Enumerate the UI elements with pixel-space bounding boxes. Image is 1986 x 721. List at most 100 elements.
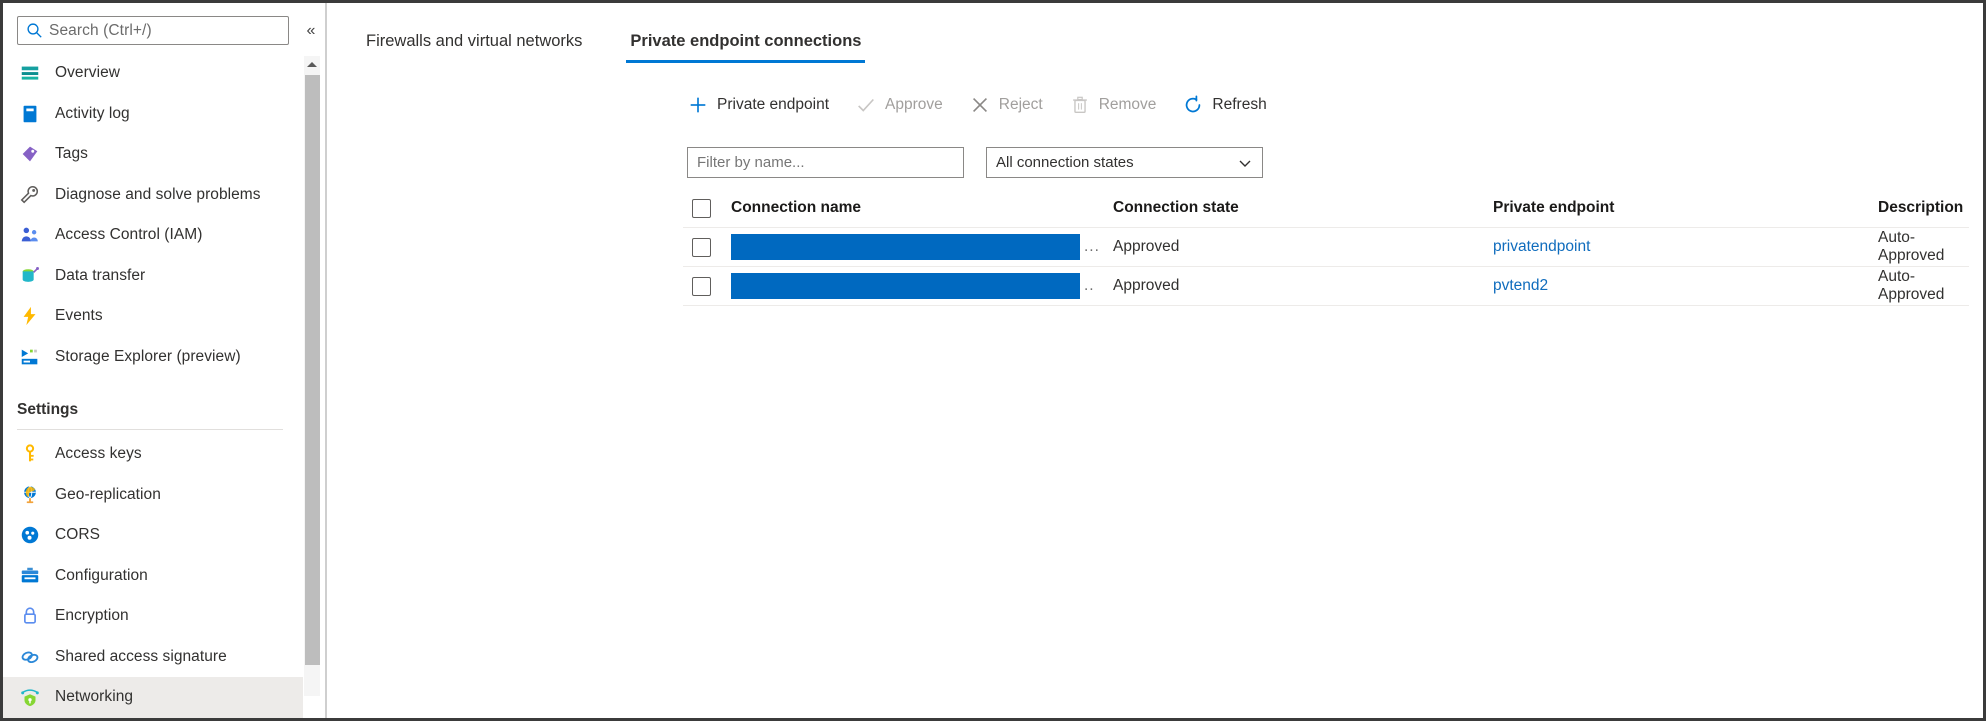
column-header-connection-name[interactable]: Connection name — [731, 199, 1113, 217]
sidebar-item-cors[interactable]: CORS — [3, 515, 303, 556]
cell-connection-state: Approved — [1113, 238, 1180, 255]
sidebar-group-divider — [17, 429, 283, 430]
plus-icon — [687, 94, 709, 116]
connection-state-select[interactable]: All connection states — [986, 147, 1263, 178]
sidebar-item-data-transfer[interactable]: Data transfer — [3, 256, 303, 297]
filter-by-name-placeholder: Filter by name... — [697, 154, 805, 171]
sidebar-item-label: Activity log — [55, 104, 130, 122]
sidebar-item-label: Diagnose and solve problems — [55, 185, 261, 203]
sidebar-group-settings: Settings — [3, 377, 303, 423]
row-select-cell — [683, 237, 731, 257]
table-row[interactable]: .. Approved pvtend2 Auto-Approved — [683, 267, 1969, 306]
sidebar-item-access-keys[interactable]: Access keys — [3, 434, 303, 475]
toolbar-button-label: Private endpoint — [717, 96, 830, 113]
sidebar-item-geo-replication[interactable]: Geo-replication — [3, 475, 303, 516]
access-control-icon — [19, 224, 41, 246]
search-icon — [27, 23, 42, 38]
lock-icon — [19, 605, 41, 627]
sidebar-collapse-button[interactable]: « — [300, 20, 322, 42]
scrollbar-up-button[interactable] — [304, 56, 320, 73]
main-content: Firewalls and virtual networks Private en… — [327, 3, 1983, 718]
sidebar-item-label: Storage Explorer (preview) — [55, 347, 241, 365]
column-header-private-endpoint[interactable]: Private endpoint — [1493, 199, 1878, 217]
sidebar-item-events[interactable]: Events — [3, 296, 303, 337]
toolbar-button-label: Refresh — [1212, 96, 1267, 113]
cell-connection-name: ... — [731, 234, 1113, 260]
table-row[interactable]: ... Approved privatendpoint Auto-Approved — [683, 228, 1969, 267]
key-icon — [19, 443, 41, 465]
table-header-row: Connection name Connection state Private e… — [683, 189, 1969, 228]
sidebar-item-label: Encryption — [55, 607, 129, 625]
approve-button: Approve — [855, 94, 943, 116]
select-all-cell — [683, 198, 731, 218]
toolbar-button-label: Reject — [998, 96, 1043, 113]
data-transfer-icon — [19, 265, 41, 287]
private-endpoint-connections-table: Connection name Connection state Private e… — [683, 189, 1969, 306]
sidebar-item-label: Events — [55, 307, 103, 325]
scrollbar-thumb[interactable] — [305, 75, 320, 665]
globe-icon — [19, 484, 41, 506]
cell-private-endpoint: pvtend2 — [1493, 277, 1878, 295]
trash-icon — [1069, 94, 1091, 116]
sidebar-item-label: Overview — [55, 64, 120, 82]
events-bolt-icon — [19, 305, 41, 327]
storage-explorer-icon — [19, 346, 41, 368]
resource-sidebar: Search (Ctrl+/) « Overview Activity log Ta… — [3, 3, 325, 718]
sidebar-nav-list: Overview Activity log Tags Diagnose and sol… — [3, 53, 303, 718]
sidebar-item-diagnose-and-solve-problems[interactable]: Diagnose and solve problems — [3, 175, 303, 216]
azure-portal-screenshot: Search (Ctrl+/) « Overview Activity log Ta… — [0, 0, 1986, 721]
select-all-checkbox[interactable] — [692, 198, 711, 218]
redacted-connection-name — [731, 273, 1080, 299]
cell-connection-name: .. — [731, 273, 1113, 299]
private-endpoint-button[interactable]: Private endpoint — [687, 94, 829, 116]
sidebar-item-label: CORS — [55, 526, 100, 544]
connection-name-ellipsis: ... — [1084, 238, 1100, 255]
checkmark-icon — [855, 94, 877, 116]
cell-description: Auto-Approved — [1878, 229, 1945, 264]
networking-icon — [19, 686, 41, 708]
tags-icon — [19, 143, 41, 165]
sidebar-item-label: Shared access signature — [55, 647, 227, 665]
sidebar-item-label: Access Control (IAM) — [55, 226, 203, 244]
connection-name-ellipsis: .. — [1084, 277, 1095, 294]
row-checkbox[interactable] — [692, 237, 711, 257]
row-checkbox[interactable] — [692, 276, 711, 296]
sidebar-item-label: Networking — [55, 688, 134, 706]
toolbar-button-label: Approve — [885, 96, 943, 113]
sidebar-item-tags[interactable]: Tags — [3, 134, 303, 175]
private-endpoint-link[interactable]: pvtend2 — [1493, 277, 1548, 294]
tab-bar: Firewalls and virtual networks Private en… — [362, 21, 905, 63]
configuration-icon — [19, 565, 41, 587]
filter-by-name-input[interactable]: Filter by name... — [687, 147, 964, 178]
sidebar-item-networking[interactable]: Networking — [3, 677, 303, 718]
chevron-down-icon — [1239, 160, 1251, 167]
remove-button: Remove — [1069, 94, 1156, 116]
column-header-description[interactable]: Description — [1878, 199, 1969, 217]
refresh-button[interactable]: Refresh — [1182, 94, 1267, 116]
sidebar-item-configuration[interactable]: Configuration — [3, 556, 303, 597]
sidebar-item-encryption[interactable]: Encryption — [3, 596, 303, 637]
sidebar-scrollbar[interactable] — [304, 56, 320, 696]
private-endpoint-link[interactable]: privatendpoint — [1493, 238, 1590, 255]
sidebar-item-storage-explorer-preview[interactable]: Storage Explorer (preview) — [3, 337, 303, 378]
chevron-up-icon — [307, 62, 317, 67]
sidebar-item-label: Access keys — [55, 445, 142, 463]
column-header-connection-state[interactable]: Connection state — [1113, 199, 1493, 217]
reject-button: Reject — [969, 94, 1043, 116]
tab-firewalls-and-virtual-networks[interactable]: Firewalls and virtual networks — [362, 32, 586, 63]
sidebar-group-label: Settings — [17, 401, 79, 418]
sidebar-item-label: Tags — [55, 145, 88, 163]
sidebar-item-activity-log[interactable]: Activity log — [3, 94, 303, 135]
filter-bar: Filter by name... All connection states — [687, 147, 1263, 178]
sidebar-item-label: Geo-replication — [55, 485, 161, 503]
sidebar-item-access-control-iam[interactable]: Access Control (IAM) — [3, 215, 303, 256]
sidebar-item-shared-access-signature[interactable]: Shared access signature — [3, 637, 303, 678]
sidebar-item-label: Configuration — [55, 566, 148, 584]
tab-private-endpoint-connections[interactable]: Private endpoint connections — [626, 32, 866, 63]
sidebar-search[interactable]: Search (Ctrl+/) — [17, 16, 289, 45]
sidebar-item-overview[interactable]: Overview — [3, 53, 303, 94]
command-toolbar: Private endpoint Approve Reject Remove Refre… — [687, 89, 1293, 121]
link-chain-icon — [19, 646, 41, 668]
cell-description: Auto-Approved — [1878, 268, 1945, 303]
activity-log-icon — [19, 103, 41, 125]
